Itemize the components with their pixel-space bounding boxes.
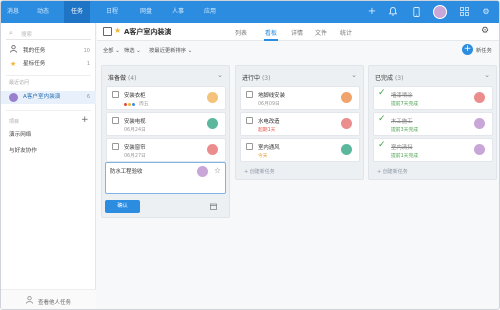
gear-icon[interactable]: ⚙ <box>481 26 489 36</box>
sidebar: ⌕ 搜索 我的任务 10 ★ 星标任务 1 最近访问 A客户室内装演 6 项目 … <box>1 23 96 309</box>
sidebar-item-starred[interactable]: ★ 星标任务 1 <box>1 58 96 71</box>
divider <box>6 110 91 111</box>
search-box[interactable]: ⌕ 搜索 <box>6 28 91 40</box>
nav-schedule[interactable]: 日程 <box>101 1 123 23</box>
app-window: 消息 动态 任务 日程 网盘 人事 应用 + ⚙ ⌕ 搜索 我的任务 10 ★ … <box>0 0 500 310</box>
phone-icon[interactable] <box>411 7 421 17</box>
column-title: 准备做 (4) <box>108 75 137 82</box>
settings-icon[interactable]: ⚙ <box>481 7 491 17</box>
project-title: A客户室内装演 <box>124 28 172 36</box>
task-checkbox[interactable] <box>112 91 119 98</box>
tab-files[interactable]: 文件 <box>315 28 327 37</box>
task-card[interactable]: 室内通风 今天 <box>240 138 360 162</box>
assignee-avatar[interactable] <box>197 166 208 177</box>
user-icon <box>26 296 33 306</box>
task-checkbox[interactable] <box>246 91 253 98</box>
top-navigation-bar: 消息 动态 任务 日程 网盘 人事 应用 + ⚙ <box>1 1 499 23</box>
tab-list[interactable]: 列表 <box>235 28 247 37</box>
board-column-todo: 准备做 (4) ⌄ 安装衣柜 周五 安装电视 06月24日 安装窗帘 06月27… <box>101 65 230 218</box>
assignee-avatar[interactable] <box>474 118 485 129</box>
assignee-avatar[interactable] <box>341 118 352 129</box>
assignee-avatar[interactable] <box>474 144 485 155</box>
column-title: 进行中 (3) <box>242 75 271 82</box>
task-checkbox[interactable] <box>112 143 119 150</box>
filter-dropdown[interactable]: 筛选 ⌄ <box>124 46 141 54</box>
grid-icon[interactable] <box>459 7 469 17</box>
plus-icon[interactable]: + <box>367 7 377 17</box>
new-task-input[interactable]: 防水工程验收 <box>110 167 142 175</box>
task-card[interactable]: 地脚线安装 06月09日 <box>240 86 360 110</box>
board-column-done: 已完成 (3) ⌄ ✓ 墙漆喷涂 提前7天完成 ✓ 木工施工 提前3天完成 ✓ … <box>368 65 497 180</box>
bell-icon[interactable] <box>388 7 398 17</box>
tab-stats[interactable]: 统计 <box>340 28 352 37</box>
nav-apps[interactable]: 应用 <box>199 1 221 23</box>
project-avatar <box>9 93 18 102</box>
star-icon[interactable]: ☆ <box>214 166 221 175</box>
task-card[interactable]: ✓ 木工施工 提前3天完成 <box>373 112 493 136</box>
nav-tasks[interactable]: 任务 <box>64 1 90 23</box>
filter-bar: 全部 ⌄ 筛选 ⌄ 按最近更新排序 ⌄ + 新任务 <box>97 41 499 59</box>
tab-details[interactable]: 详情 <box>291 28 303 37</box>
board-column-in-progress: 进行中 (3) ⌄ 地脚线安装 06月09日 水电改造 超期1天 室内通风 今天… <box>235 65 364 180</box>
chevron-down-icon[interactable]: ⌄ <box>351 71 357 79</box>
task-card[interactable]: 水电改造 超期1天 <box>240 112 360 136</box>
new-task-plus-icon[interactable]: + <box>462 44 473 55</box>
tag-dots <box>124 101 136 108</box>
add-project-plus-icon[interactable]: + <box>81 116 89 125</box>
search-icon: ⌕ <box>9 29 13 37</box>
assignee-avatar[interactable] <box>341 144 352 155</box>
add-task-link[interactable]: + 创建新任务 <box>244 168 275 175</box>
sidebar-item-project[interactable]: 演示网络 <box>1 129 96 142</box>
search-input[interactable]: 搜索 <box>21 30 32 38</box>
task-card[interactable]: 安装电视 06月24日 <box>106 112 226 136</box>
projects-header: 项目 <box>9 119 20 125</box>
nav-messages[interactable]: 消息 <box>4 1 22 23</box>
user-avatar[interactable] <box>433 5 447 19</box>
task-checkbox[interactable] <box>246 143 253 150</box>
divider <box>6 75 91 76</box>
assignee-avatar[interactable] <box>474 92 485 103</box>
new-task-editor[interactable]: 防水工程验收 ☆ <box>105 162 226 194</box>
filter-all-dropdown[interactable]: 全部 ⌄ <box>103 46 120 54</box>
add-task-link[interactable]: + 创建新任务 <box>377 168 408 175</box>
view-others-tasks-button[interactable]: 查看他人任务 <box>1 289 96 309</box>
chevron-down-icon: ⌄ <box>187 48 193 54</box>
user-icon <box>10 45 17 58</box>
star-icon: ★ <box>10 60 17 68</box>
sidebar-item-my-tasks[interactable]: 我的任务 10 <box>1 45 96 58</box>
sort-dropdown[interactable]: 按最近更新排序 ⌄ <box>149 46 192 54</box>
check-icon[interactable]: ✓ <box>378 114 386 124</box>
check-icon[interactable]: ✓ <box>378 88 386 98</box>
confirm-button[interactable]: 确认 <box>105 200 140 213</box>
task-card[interactable]: 安装衣柜 周五 <box>106 86 226 110</box>
star-icon[interactable]: ★ <box>114 26 121 35</box>
project-header: ★ A客户室内装演 列表 看板 详情 文件 统计 ⚙ <box>97 23 499 41</box>
sidebar-item-recent-project[interactable]: A客户室内装演 6 <box>1 91 96 104</box>
chevron-down-icon[interactable]: ⌄ <box>484 71 490 79</box>
tab-board[interactable]: 看板 <box>265 28 277 37</box>
recent-header: 最近访问 <box>9 80 30 86</box>
calendar-icon[interactable] <box>210 203 217 212</box>
task-card[interactable]: ✓ 室内清扫 提前1天完成 <box>373 138 493 162</box>
task-card[interactable]: ✓ 墙漆喷涂 提前7天完成 <box>373 86 493 110</box>
assignee-avatar[interactable] <box>207 92 218 103</box>
chevron-down-icon: ⌄ <box>136 48 141 54</box>
task-checkbox[interactable] <box>112 117 119 124</box>
nav-activity[interactable]: 动态 <box>32 1 54 23</box>
assignee-avatar[interactable] <box>207 144 218 155</box>
sidebar-item-project[interactable]: 与好友协作 <box>1 145 96 158</box>
assignee-avatar[interactable] <box>341 92 352 103</box>
project-board-icon <box>103 27 112 36</box>
chevron-down-icon[interactable]: ⌄ <box>217 71 223 79</box>
column-title: 已完成 (3) <box>375 75 404 82</box>
check-icon[interactable]: ✓ <box>378 140 386 150</box>
task-card[interactable]: 安装窗帘 06月27日 <box>106 138 226 162</box>
new-task-button[interactable]: 新任务 <box>476 46 492 54</box>
nav-hr[interactable]: 人事 <box>167 1 189 23</box>
chevron-down-icon: ⌄ <box>115 48 120 54</box>
assignee-avatar[interactable] <box>207 118 218 129</box>
nav-drive[interactable]: 网盘 <box>135 1 157 23</box>
task-checkbox[interactable] <box>246 117 253 124</box>
